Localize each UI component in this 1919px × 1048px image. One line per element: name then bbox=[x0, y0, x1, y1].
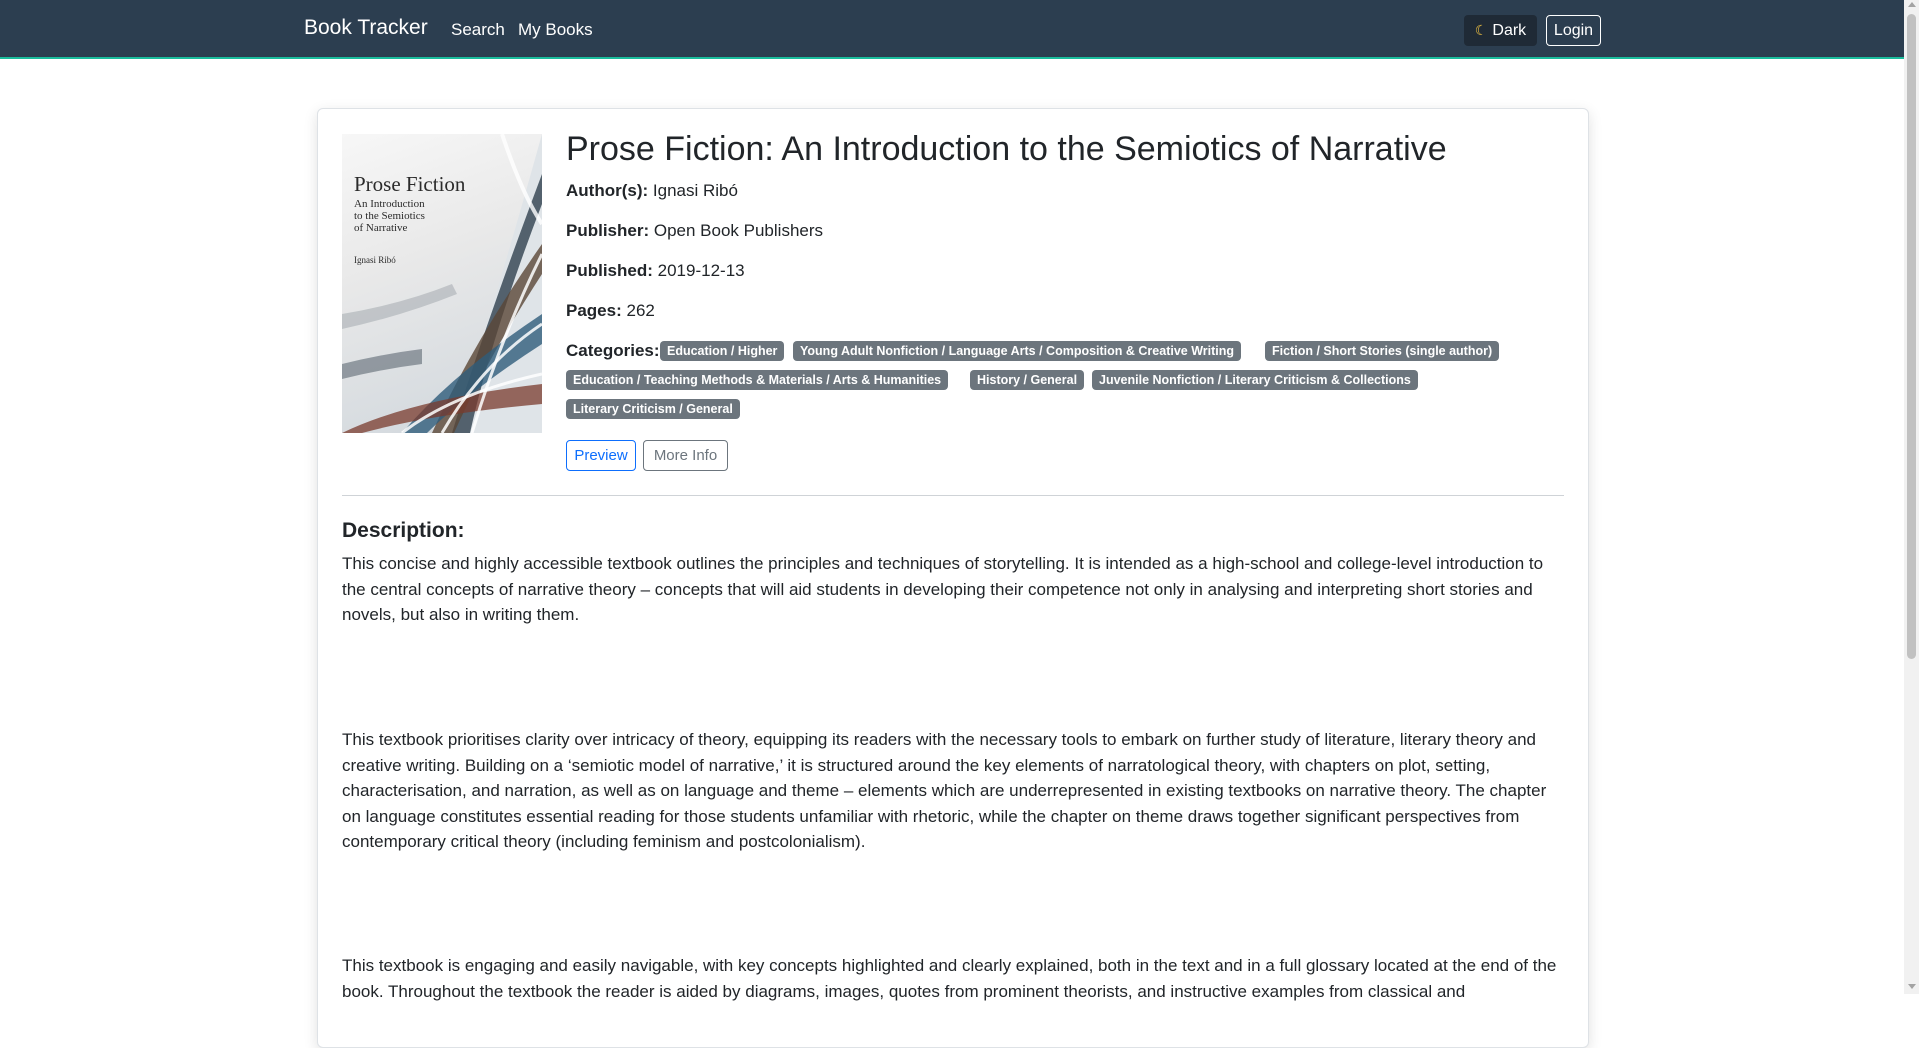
cover-subtitle: An Introduction to the Semiotics of Narr… bbox=[354, 198, 425, 234]
navbar: Book Tracker Search My Books ☾ Dark Logi… bbox=[0, 0, 1904, 59]
book-title: Prose Fiction: An Introduction to the Se… bbox=[566, 130, 1447, 168]
nav-search-link[interactable]: Search bbox=[451, 20, 505, 40]
nav-my-books-link[interactable]: My Books bbox=[518, 20, 593, 40]
category-badge: History / General bbox=[970, 370, 1085, 390]
authors-row: Author(s): Ignasi Ribó bbox=[566, 181, 738, 201]
published-label: Published: bbox=[566, 261, 653, 280]
dark-mode-label: Dark bbox=[1492, 21, 1527, 39]
preview-button[interactable]: Preview bbox=[566, 440, 636, 471]
description-paragraph: This textbook is engaging and easily nav… bbox=[342, 956, 1557, 1001]
authors-label: Author(s): bbox=[566, 181, 649, 200]
authors-value: Ignasi Ribó bbox=[652, 181, 738, 200]
pages-label: Pages: bbox=[566, 301, 622, 320]
publisher-value: Open Book Publishers bbox=[653, 221, 824, 240]
description-heading: Description: bbox=[342, 519, 465, 542]
publisher-label: Publisher: bbox=[566, 221, 650, 240]
brand-link[interactable]: Book Tracker bbox=[304, 16, 428, 40]
categories-label: Categories: bbox=[566, 341, 660, 360]
section-divider bbox=[342, 495, 1564, 496]
page-scrollbar[interactable] bbox=[1904, 0, 1919, 994]
description-paragraph: This concise and highly accessible textb… bbox=[342, 554, 1544, 624]
category-badge: Education / Teaching Methods & Materials… bbox=[566, 370, 949, 390]
scroll-down-arrow-icon[interactable] bbox=[1908, 984, 1916, 989]
book-cover-image: Prose Fiction An Introduction to the Sem… bbox=[342, 134, 542, 433]
cover-author: Ignasi Ribó bbox=[354, 255, 396, 265]
publisher-row: Publisher: Open Book Publishers bbox=[566, 221, 823, 241]
description-paragraph: This textbook prioritises clarity over i… bbox=[342, 730, 1547, 851]
category-badge: Literary Criticism / General bbox=[566, 399, 740, 419]
scroll-up-arrow-icon[interactable] bbox=[1908, 2, 1916, 7]
login-button[interactable]: Login bbox=[1546, 15, 1601, 46]
categories-row: Categories: bbox=[566, 341, 660, 361]
category-badge: Fiction / Short Stories (single author) bbox=[1265, 341, 1500, 361]
category-badge: Education / Higher bbox=[660, 341, 785, 361]
category-badge: Juvenile Nonfiction / Literary Criticism… bbox=[1092, 370, 1418, 390]
published-value: 2019-12-13 bbox=[657, 261, 745, 280]
pages-row: Pages: 262 bbox=[566, 301, 655, 321]
category-badge: Young Adult Nonfiction / Language Arts /… bbox=[793, 341, 1242, 361]
pages-value: 262 bbox=[626, 301, 655, 320]
dark-mode-toggle[interactable]: ☾ Dark bbox=[1464, 15, 1537, 46]
moon-icon: ☾ bbox=[1474, 22, 1488, 38]
published-row: Published: 2019-12-13 bbox=[566, 261, 745, 281]
scrollbar-thumb[interactable] bbox=[1907, 14, 1916, 659]
more-info-button[interactable]: More Info bbox=[643, 440, 728, 471]
cover-title: Prose Fiction bbox=[354, 172, 466, 196]
